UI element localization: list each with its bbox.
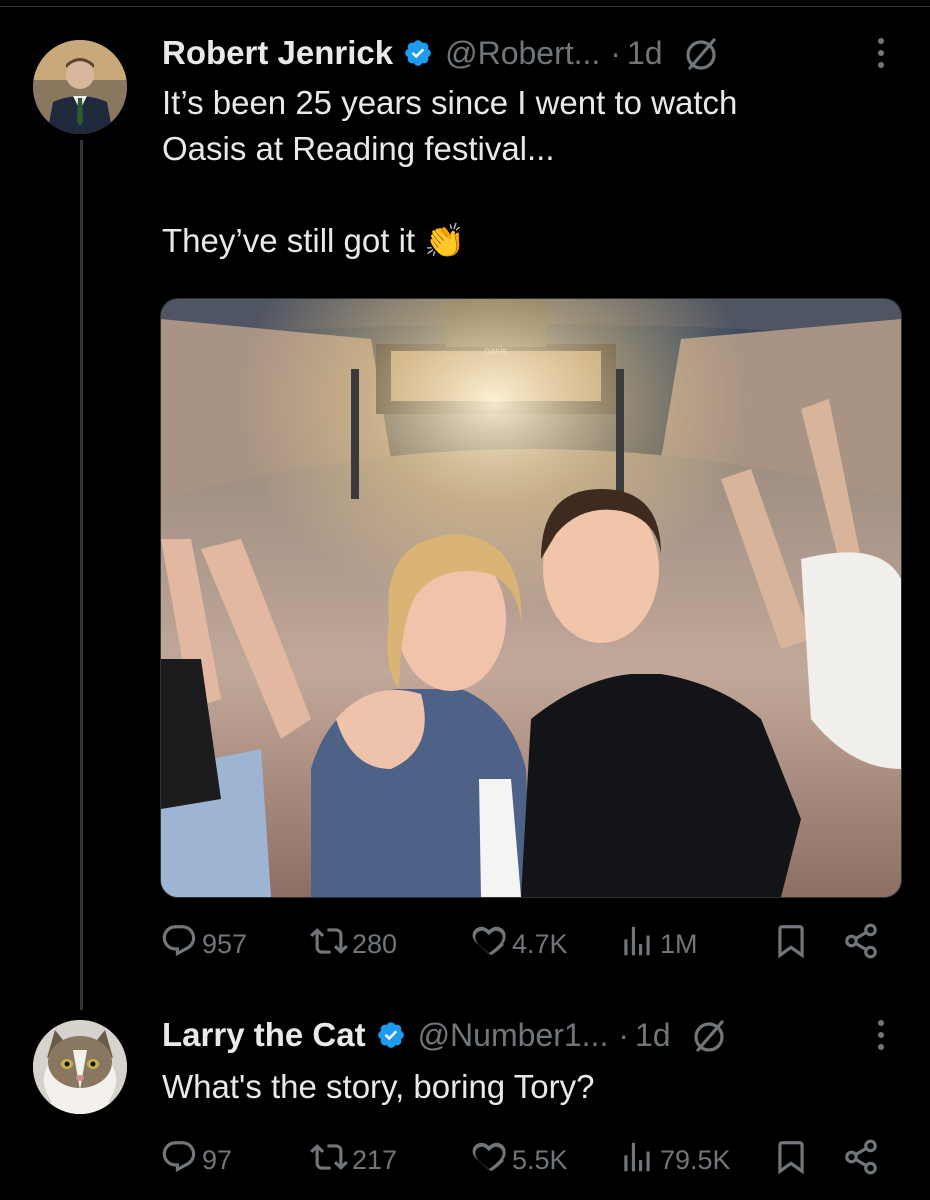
top-divider: [0, 6, 930, 7]
repost-count: 280: [352, 928, 398, 959]
reply-button[interactable]: 957: [160, 922, 247, 966]
bookmark-icon: [772, 922, 814, 967]
bookmark-icon: [772, 1138, 814, 1183]
views-count: 79.5K: [660, 1144, 731, 1175]
repost-button[interactable]: 217: [310, 1138, 397, 1182]
tweet-text: It’s been 25 years since I went to watch…: [162, 84, 738, 259]
views-count: 1M: [660, 928, 698, 959]
views-chart-icon: [618, 922, 660, 967]
reply-action-bar: 97 217 5.5K 79.5K: [160, 1138, 900, 1182]
reply-timestamp[interactable]: 1d: [635, 1017, 671, 1054]
share-icon: [842, 1138, 884, 1183]
reply-text: What's the story, boring Tory?: [162, 1068, 595, 1105]
bookmark-button[interactable]: [772, 1138, 814, 1182]
heart-icon: [470, 1138, 512, 1183]
author-name[interactable]: Robert Jenrick: [162, 34, 393, 72]
reply-author-handle[interactable]: @Number1...: [418, 1017, 609, 1054]
like-button[interactable]: 5.5K: [470, 1138, 568, 1182]
tweet-timestamp[interactable]: 1d: [627, 35, 663, 72]
tweet-action-bar: 957 280 4.7K 1M: [160, 922, 900, 966]
reply-icon: [160, 1138, 202, 1183]
tweet-photo[interactable]: oasis: [160, 298, 902, 898]
like-count: 5.5K: [512, 1144, 568, 1175]
avatar-larry-the-cat[interactable]: [33, 1020, 127, 1114]
share-icon: [842, 922, 884, 967]
like-count: 4.7K: [512, 928, 568, 959]
repost-icon: [310, 1138, 352, 1183]
reply-author-name[interactable]: Larry the Cat: [162, 1016, 366, 1054]
verified-badge-icon: [403, 38, 433, 68]
repost-icon: [310, 922, 352, 967]
more-vertical-icon[interactable]: [878, 1020, 886, 1050]
slashed-circle-icon[interactable]: [681, 33, 721, 73]
separator-dot: ·: [610, 34, 621, 71]
verified-badge-icon: [376, 1020, 406, 1050]
slashed-circle-icon[interactable]: [689, 1015, 729, 1055]
heart-icon: [470, 922, 512, 967]
separator-dot: ·: [618, 1016, 629, 1053]
thread-connector-line: [80, 140, 83, 1010]
reply-count: 957: [202, 928, 248, 959]
reply-icon: [160, 922, 202, 967]
share-button[interactable]: [842, 922, 884, 966]
more-vertical-icon[interactable]: [878, 38, 886, 68]
reply-button[interactable]: 97: [160, 1138, 232, 1182]
reply-header: Larry the Cat @Number1... · 1d: [162, 1010, 729, 1060]
share-button[interactable]: [842, 1138, 884, 1182]
views-button[interactable]: 1M: [618, 922, 698, 966]
tweet-header: Robert Jenrick @Robert... · 1d: [162, 28, 721, 78]
repost-count: 217: [352, 1144, 398, 1175]
bookmark-button[interactable]: [772, 922, 814, 966]
avatar-robert-jenrick[interactable]: [33, 40, 127, 134]
views-chart-icon: [618, 1138, 660, 1183]
author-handle[interactable]: @Robert...: [445, 35, 600, 72]
reply-count: 97: [202, 1144, 233, 1175]
views-button[interactable]: 79.5K: [618, 1138, 731, 1182]
repost-button[interactable]: 280: [310, 922, 397, 966]
like-button[interactable]: 4.7K: [470, 922, 568, 966]
